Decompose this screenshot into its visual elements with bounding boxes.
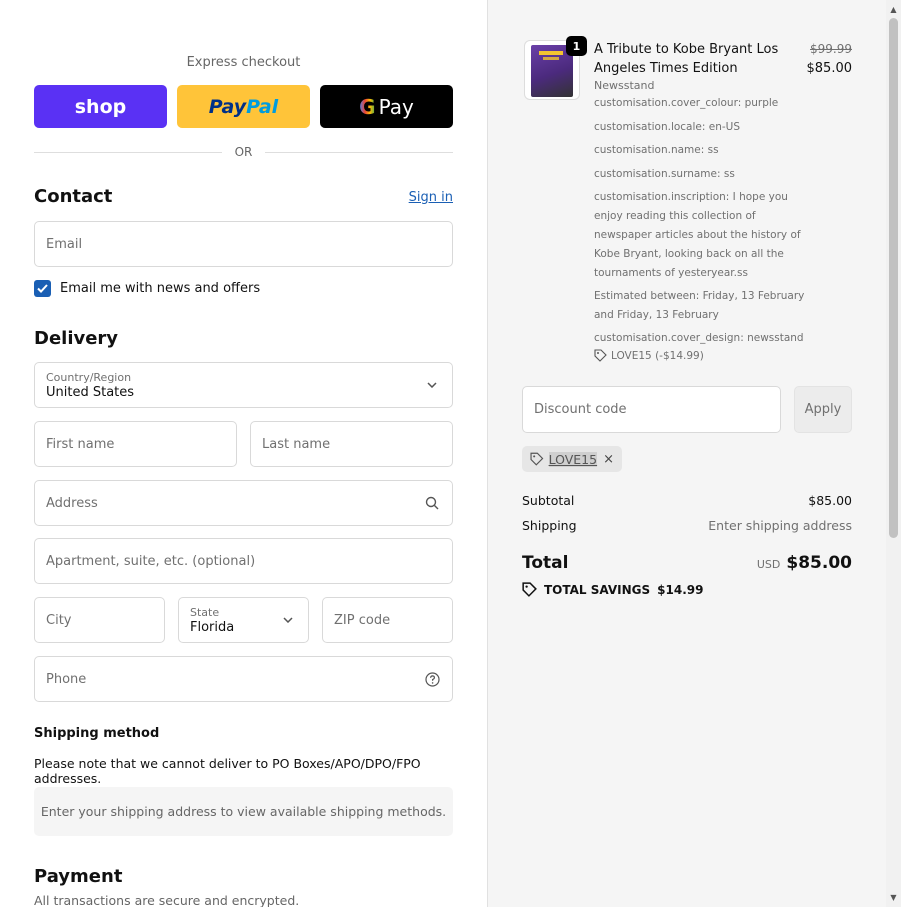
shipping-note: Please note that we cannot deliver to PO… [34, 756, 421, 786]
apartment-field[interactable]: Apartment, suite, etc. (optional) [34, 538, 453, 584]
subtotal-label: Subtotal [522, 493, 575, 508]
discount-code-placeholder: Discount code [534, 402, 627, 417]
news-checkbox[interactable] [34, 280, 51, 297]
payment-subtitle: All transactions are secure and encrypte… [34, 893, 300, 907]
quantity-badge: 1 [566, 36, 587, 56]
city-placeholder: City [46, 612, 72, 628]
first-name-placeholder: First name [46, 436, 115, 452]
applied-discount-code: LOVE15 [548, 451, 598, 467]
shop-pay-logo: shop [74, 95, 127, 118]
product-option: Estimated between: Friday, 13 February a… [594, 290, 805, 321]
phone-placeholder: Phone [46, 671, 87, 687]
product-option: customisation.locale: en-US [594, 121, 740, 133]
product-price: $85.00 [806, 61, 853, 76]
express-checkout-title: Express checkout [186, 55, 301, 70]
remove-discount-icon[interactable]: × [603, 452, 614, 467]
news-checkbox-label: Email me with news and offers [60, 281, 261, 296]
tag-icon [522, 582, 537, 597]
product-option: customisation.surname: ss [594, 168, 735, 180]
city-field[interactable]: City [34, 597, 165, 643]
shipping-value: Enter shipping address [708, 518, 852, 533]
scroll-up-icon[interactable]: ▲ [886, 2, 901, 17]
delivery-heading: Delivery [34, 328, 119, 349]
scrollbar-thumb[interactable] [889, 18, 898, 538]
paypal-button[interactable]: Pay Pal [177, 85, 310, 128]
apply-discount-button[interactable]: Apply [794, 386, 852, 433]
total-row: Total USD $85.00 [522, 553, 852, 573]
google-pay-button[interactable]: G Pay [320, 85, 453, 128]
discount-code-field[interactable]: Discount code [522, 386, 781, 433]
tag-icon [530, 452, 544, 466]
subtotal-row: Subtotal $85.00 [522, 493, 852, 508]
line-item-discount: LOVE15 (-$14.99) [594, 349, 704, 362]
google-pay-label: Pay [378, 94, 414, 119]
news-opt-in[interactable]: Email me with news and offers [34, 280, 260, 297]
sign-in-link[interactable]: Sign in [400, 190, 453, 205]
zip-placeholder: ZIP code [334, 612, 391, 628]
shipping-row: Shipping Enter shipping address [522, 518, 852, 533]
or-divider: OR [34, 145, 453, 161]
country-select[interactable]: Country/Region United States [34, 362, 453, 408]
country-value: United States [46, 384, 135, 400]
currency-code: USD [756, 558, 781, 571]
savings-label: TOTAL SAVINGS [544, 582, 651, 597]
chevron-down-icon [280, 612, 296, 628]
search-icon [424, 495, 440, 511]
product-vendor: Newsstand [594, 79, 655, 92]
address-placeholder: Address [46, 495, 98, 511]
product-option: customisation.name: ss [594, 144, 719, 156]
compare-at-price: $99.99 [810, 42, 852, 56]
chevron-down-icon [424, 377, 440, 393]
help-icon[interactable] [424, 671, 440, 687]
payment-heading: Payment [34, 866, 123, 887]
total-label: Total [522, 553, 569, 573]
product-option: customisation.cover_design: newsstand [594, 332, 804, 344]
zip-field[interactable]: ZIP code [322, 597, 453, 643]
shipping-label: Shipping [522, 518, 577, 533]
first-name-field[interactable]: First name [34, 421, 237, 467]
phone-field[interactable]: Phone [34, 656, 453, 702]
product-title: A Tribute to Kobe Bryant Los Angeles Tim… [594, 42, 779, 76]
email-placeholder: Email [46, 236, 83, 252]
line-item-discount-text: LOVE15 (-$14.99) [611, 349, 704, 362]
page-scrollbar[interactable]: ▲ ▼ [886, 0, 901, 907]
last-name-placeholder: Last name [262, 436, 331, 452]
contact-heading: Contact [34, 186, 113, 207]
checkout-form-panel: Express checkout shop Pay Pal G Pay OR Con… [0, 0, 488, 907]
savings-value: $14.99 [657, 582, 704, 597]
total-value: $85.00 [786, 553, 852, 573]
state-label: State [190, 605, 220, 619]
or-label: OR [234, 145, 253, 159]
country-label: Country/Region [46, 370, 132, 384]
product-option: customisation.cover_colour: purple [594, 97, 779, 109]
shipping-method-title: Shipping method [34, 726, 160, 741]
google-g-icon: G [359, 94, 376, 119]
applied-discount-chip: LOVE15 × [522, 446, 622, 472]
scroll-down-icon[interactable]: ▼ [886, 890, 901, 905]
checkmark-icon [37, 284, 48, 293]
last-name-field[interactable]: Last name [250, 421, 453, 467]
state-select[interactable]: State Florida [178, 597, 309, 643]
email-field[interactable]: Email [34, 221, 453, 267]
apartment-placeholder: Apartment, suite, etc. (optional) [46, 553, 256, 569]
tag-icon [594, 349, 607, 362]
subtotal-value: $85.00 [808, 493, 852, 508]
total-savings: TOTAL SAVINGS $14.99 [522, 582, 703, 597]
address-field[interactable]: Address [34, 480, 453, 526]
state-value: Florida [190, 619, 235, 635]
shop-pay-button[interactable]: shop [34, 85, 167, 128]
paypal-logo-part-1: Pay [208, 95, 247, 118]
shipping-methods-info: Enter your shipping address to view avai… [34, 787, 453, 836]
paypal-logo-part-2: Pal [246, 95, 279, 118]
shipping-info-text: Enter your shipping address to view avai… [40, 804, 447, 819]
product-option: customisation.inscription: I hope you en… [594, 191, 801, 279]
